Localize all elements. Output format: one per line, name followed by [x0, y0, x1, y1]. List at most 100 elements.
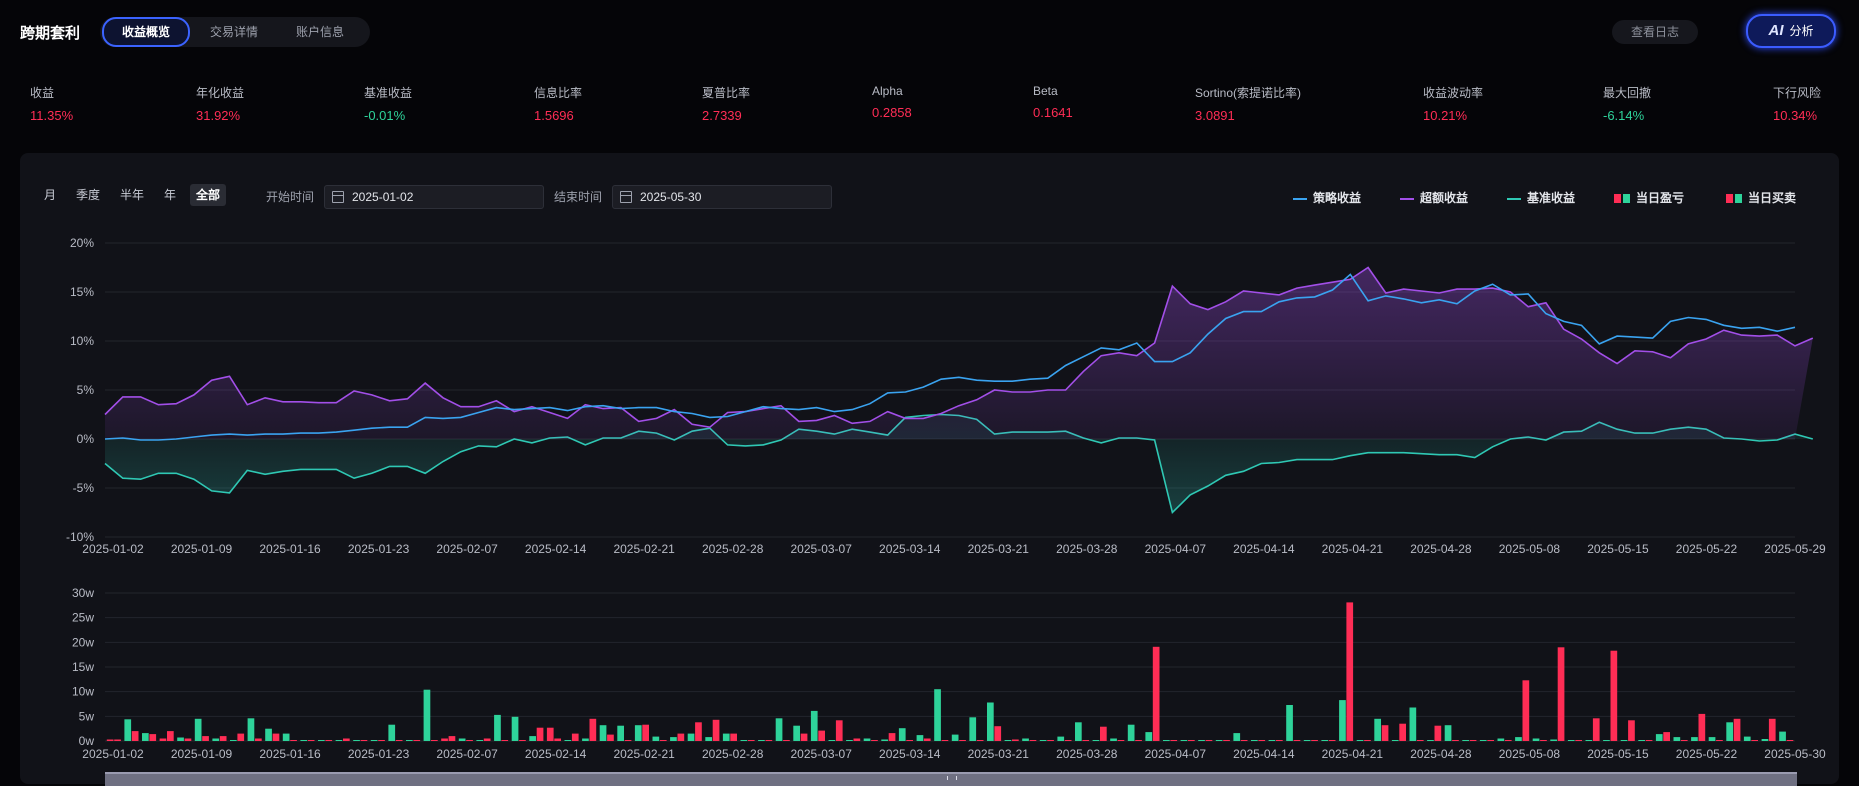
x-tick-label: 2025-01-09 — [171, 747, 233, 761]
x-tick-label: 2025-05-22 — [1676, 542, 1738, 556]
x-tick-label: 2025-04-28 — [1410, 747, 1472, 761]
trade-bar — [959, 740, 966, 741]
trade-bar — [483, 738, 491, 741]
x-tick-label: 2025-05-22 — [1676, 747, 1738, 761]
trade-bar — [1328, 740, 1336, 741]
trade-bar — [1117, 740, 1125, 741]
trade-bar — [994, 726, 1002, 741]
pnl-bar — [1321, 740, 1329, 741]
trade-bar — [272, 733, 280, 741]
trade-bar — [219, 736, 227, 741]
pnl-bar — [951, 734, 959, 741]
x-tick-label: 2025-05-29 — [1764, 542, 1826, 556]
trade-bar — [325, 740, 333, 741]
trade-bar — [783, 740, 790, 741]
pnl-bar — [1110, 738, 1117, 741]
trade-bar — [835, 720, 843, 741]
pnl-bar — [124, 719, 132, 741]
pnl-bar — [106, 739, 114, 741]
pnl-bar — [652, 736, 660, 741]
trade-bar — [1012, 739, 1019, 741]
pnl-bar — [1620, 740, 1628, 741]
trade-bar — [571, 733, 579, 741]
pnl-bar — [687, 733, 695, 741]
x-tick-label: 2025-05-08 — [1499, 542, 1561, 556]
trade-bar — [747, 740, 755, 741]
trade-bar — [800, 733, 808, 741]
y-tick-label: 20w — [72, 635, 94, 649]
x-tick-label: 2025-03-07 — [791, 542, 853, 556]
trade-bar — [607, 734, 614, 741]
pnl-bar — [564, 740, 572, 741]
x-tick-label: 2025-03-21 — [968, 542, 1030, 556]
trade-bar — [1029, 740, 1037, 741]
pnl-bar — [406, 740, 413, 741]
pnl-bar — [212, 738, 220, 741]
trade-bar — [519, 740, 526, 741]
trade-bar — [1452, 740, 1459, 741]
pnl-bar — [1127, 724, 1135, 741]
trade-bar — [237, 733, 245, 741]
pnl-bar — [1004, 740, 1012, 741]
trade-bar — [1082, 740, 1090, 741]
trade-bar — [378, 740, 385, 741]
trade-bar — [131, 731, 139, 741]
x-tick-label: 2025-04-14 — [1233, 542, 1295, 556]
pnl-bar — [177, 737, 184, 741]
trade-bar — [1100, 726, 1107, 741]
trade-bar — [413, 740, 421, 741]
x-tick-label: 2025-01-16 — [259, 542, 321, 556]
pnl-bar — [1708, 737, 1716, 741]
pnl-bar — [1638, 740, 1645, 741]
pnl-bar — [529, 736, 536, 741]
pnl-bar — [476, 740, 484, 741]
drag-handle-icon[interactable] — [947, 776, 957, 780]
trade-bar — [1152, 646, 1160, 741]
trade-bar — [1504, 740, 1512, 741]
trade-bar — [1733, 718, 1741, 741]
pnl-bar — [335, 740, 343, 741]
x-tick-label: 2025-03-14 — [879, 747, 941, 761]
pnl-bar — [546, 727, 554, 741]
trade-bar — [888, 733, 896, 741]
trade-bar — [1680, 740, 1688, 741]
pnl-bar — [423, 689, 431, 741]
trade-bar — [1540, 740, 1547, 741]
pnl-bar — [1779, 731, 1786, 741]
pnl-bar — [511, 716, 519, 741]
y-tick-label: 0w — [79, 734, 95, 748]
pnl-bar — [775, 718, 783, 741]
trade-bar — [1364, 740, 1371, 741]
pnl-bar — [247, 718, 255, 741]
trade-bar — [1064, 740, 1072, 741]
trade-bar — [1645, 740, 1653, 741]
pnl-bar — [1163, 740, 1170, 741]
pnl-bar — [300, 740, 308, 741]
pnl-bar — [881, 739, 888, 741]
trade-bar — [1346, 602, 1354, 741]
trade-bar — [1205, 740, 1213, 741]
trade-bar — [1311, 740, 1318, 741]
pnl-bar — [494, 714, 501, 741]
pnl-bar — [441, 738, 448, 741]
x-tick-label: 2025-02-21 — [613, 542, 675, 556]
pnl-bar — [863, 738, 871, 741]
trade-bar — [1188, 740, 1195, 741]
trade-bar — [906, 740, 913, 741]
pnl-bar — [705, 737, 712, 741]
trade-bar — [167, 731, 174, 741]
trade-bar — [1258, 740, 1266, 741]
trade-bar — [871, 740, 878, 741]
x-tick-label: 2025-01-02 — [82, 542, 144, 556]
x-tick-label: 2025-02-21 — [613, 747, 675, 761]
trade-bar — [1293, 740, 1301, 741]
trade-bar — [395, 740, 403, 741]
trade-bar — [448, 736, 456, 741]
y-tick-label: 10w — [72, 685, 94, 699]
pnl-bar — [1286, 705, 1293, 741]
x-tick-label: 2025-05-15 — [1587, 542, 1649, 556]
trade-bar — [536, 727, 544, 741]
x-tick-label: 2025-04-28 — [1410, 542, 1472, 556]
pnl-bar — [1075, 722, 1082, 741]
x-tick-label: 2025-02-28 — [702, 542, 764, 556]
